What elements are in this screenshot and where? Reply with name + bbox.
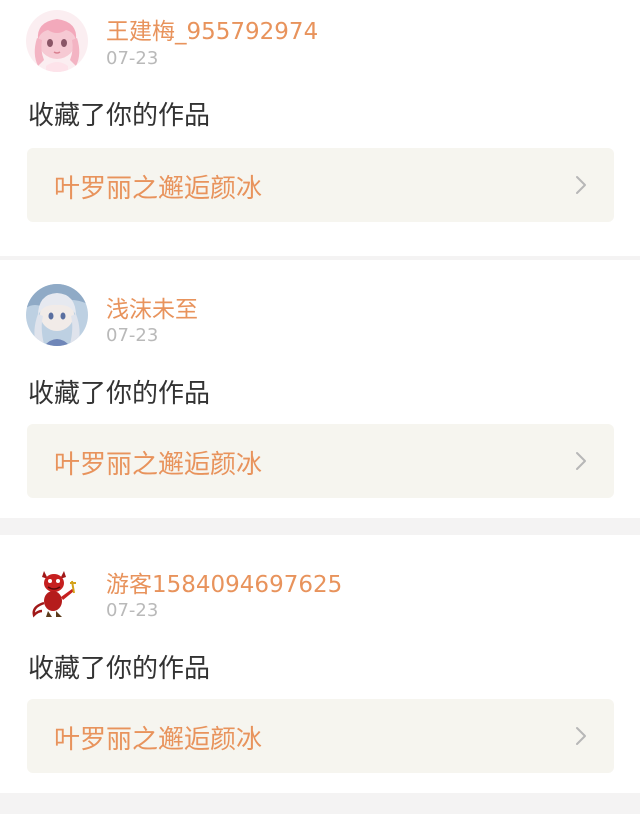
- post-date: 07-23: [106, 600, 159, 621]
- chevron-right-icon: [574, 451, 588, 471]
- anime-girl-silver-hair-avatar-icon: [26, 284, 88, 346]
- notification-card: 游客1584094697625 07-23 收藏了你的作品 叶罗丽之邂逅颜冰: [0, 535, 640, 793]
- red-devil-mascot-avatar-icon: [26, 559, 88, 621]
- chevron-right-icon: [574, 726, 588, 746]
- username[interactable]: 游客1584094697625: [106, 565, 342, 599]
- work-title: 叶罗丽之邂逅颜冰: [54, 725, 263, 755]
- notification-feed: 王建梅_955792974 07-23 收藏了你的作品 叶罗丽之邂逅颜冰 浅沫未…: [0, 0, 640, 814]
- username[interactable]: 浅沫未至: [106, 290, 198, 324]
- work-link[interactable]: 叶罗丽之邂逅颜冰: [27, 699, 614, 773]
- action-text: 收藏了你的作品: [28, 379, 211, 409]
- action-text: 收藏了你的作品: [28, 654, 211, 684]
- work-link[interactable]: 叶罗丽之邂逅颜冰: [27, 148, 614, 222]
- chevron-right-icon: [574, 175, 588, 195]
- post-date: 07-23: [106, 325, 159, 346]
- notification-card: 王建梅_955792974 07-23 收藏了你的作品 叶罗丽之邂逅颜冰: [0, 0, 640, 256]
- username[interactable]: 王建梅_955792974: [106, 12, 318, 46]
- avatar[interactable]: [26, 10, 88, 72]
- post-date: 07-23: [106, 48, 159, 69]
- work-title: 叶罗丽之邂逅颜冰: [54, 174, 263, 204]
- action-text: 收藏了你的作品: [28, 101, 211, 131]
- avatar[interactable]: [26, 284, 88, 346]
- avatar[interactable]: [26, 559, 88, 621]
- notification-card: 浅沫未至 07-23 收藏了你的作品 叶罗丽之邂逅颜冰: [0, 260, 640, 518]
- work-title: 叶罗丽之邂逅颜冰: [54, 450, 263, 480]
- work-link[interactable]: 叶罗丽之邂逅颜冰: [27, 424, 614, 498]
- anime-girl-pink-avatar-icon: [26, 10, 88, 72]
